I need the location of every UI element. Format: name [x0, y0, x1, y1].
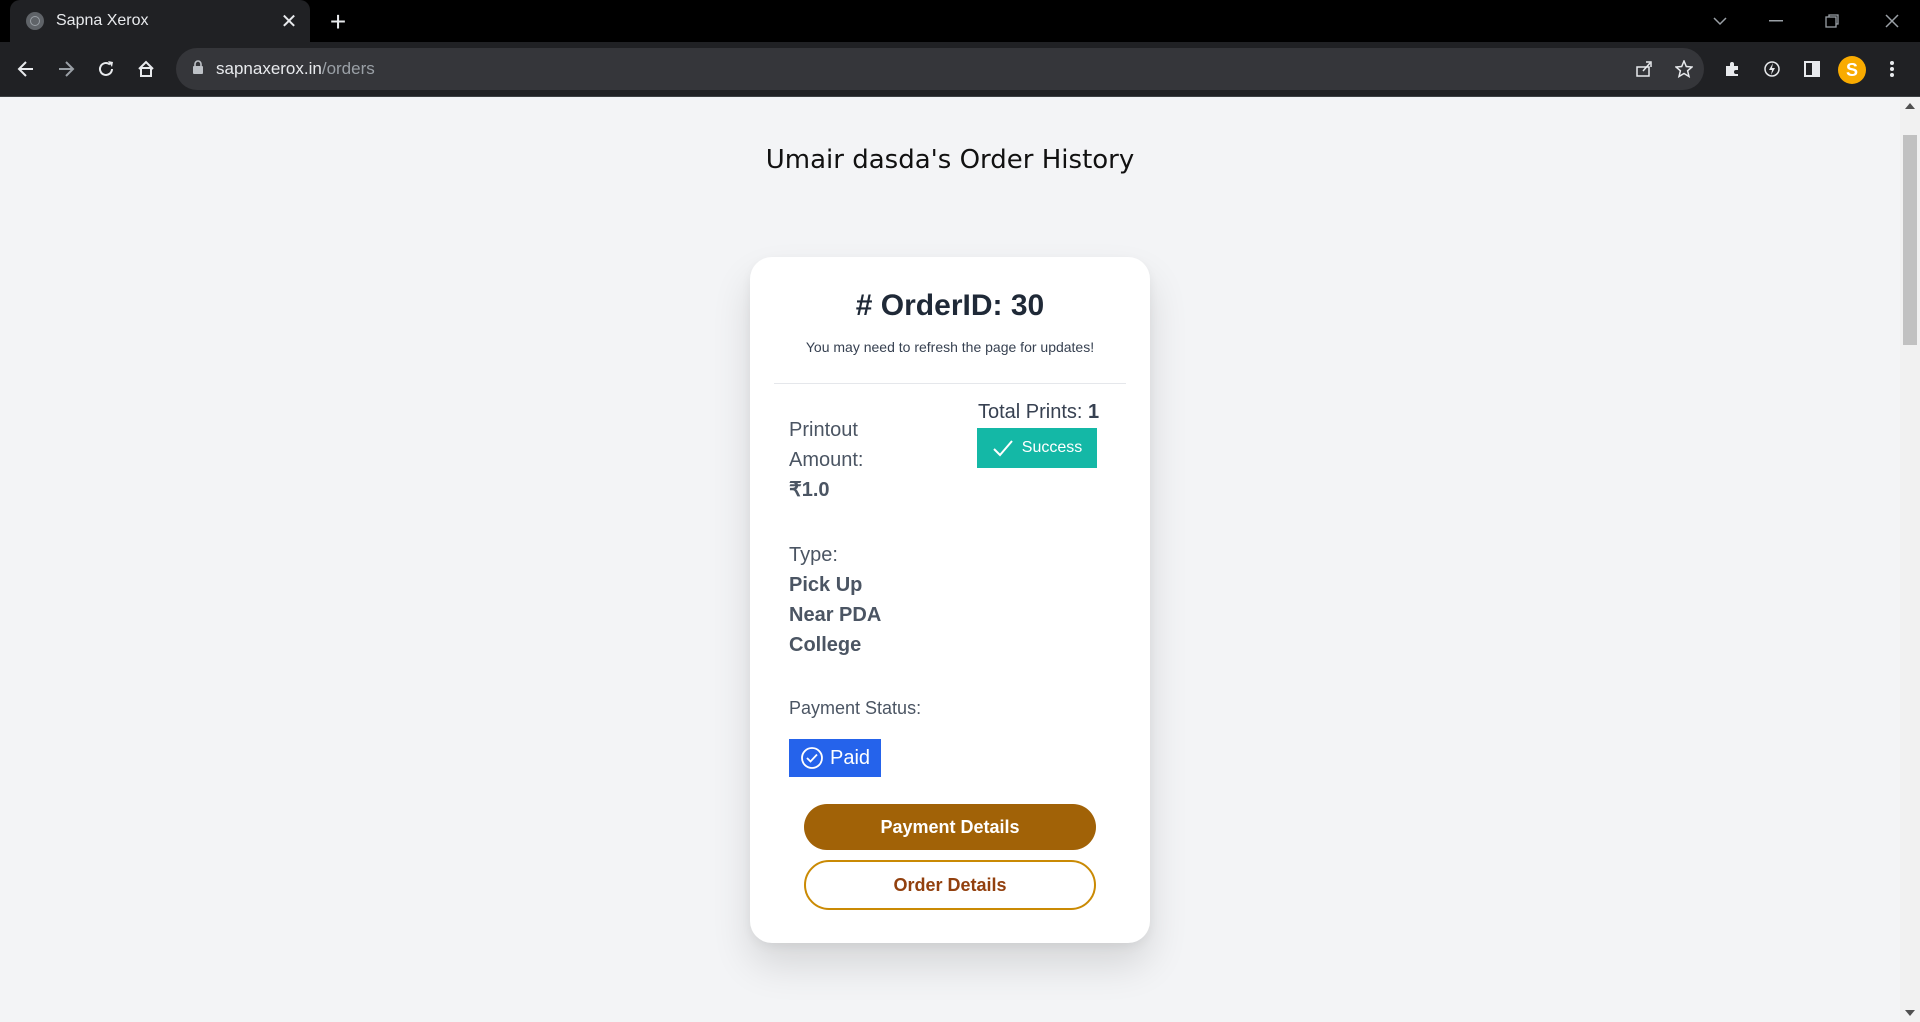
extensions-icon[interactable] — [1714, 51, 1750, 87]
globe-icon — [26, 12, 44, 30]
url-text[interactable]: sapnaxerox.in/orders — [216, 59, 375, 79]
lock-icon[interactable] — [192, 59, 204, 79]
total-prints-value: 1 — [1088, 401, 1100, 423]
payment-status-text: Paid — [829, 746, 871, 769]
close-window-icon[interactable] — [1864, 0, 1920, 42]
side-panel-icon[interactable] — [1794, 51, 1830, 87]
url-path: /orders — [321, 59, 375, 78]
new-tab-button[interactable]: + — [322, 6, 354, 38]
browser-titlebar: Sapna Xerox ✕ + — [0, 0, 1920, 42]
tab-search-icon[interactable] — [1692, 0, 1748, 42]
type-value-line2: Near PDA — [789, 604, 882, 626]
amount-label-line2: Amount: — [789, 449, 864, 471]
home-icon[interactable] — [128, 51, 164, 87]
card-divider — [774, 383, 1126, 384]
restore-icon[interactable] — [1804, 0, 1860, 42]
order-status-badge: Success — [977, 428, 1097, 468]
check-circle-icon — [801, 747, 823, 769]
reload-icon[interactable] — [88, 51, 124, 87]
url-host: sapnaxerox.in — [216, 59, 322, 78]
scrollbar-thumb[interactable] — [1903, 135, 1917, 345]
minimize-icon[interactable] — [1748, 0, 1804, 42]
bookmark-star-icon[interactable] — [1666, 51, 1702, 87]
total-prints-label: Total Prints: — [978, 401, 1083, 423]
profile-avatar[interactable]: S — [1838, 56, 1866, 84]
tab-title: Sapna Xerox — [56, 12, 149, 29]
payment-details-button[interactable]: Payment Details — [804, 804, 1096, 850]
page-scrollbar[interactable] — [1900, 97, 1920, 1022]
payment-status-label: Payment Status: — [789, 698, 922, 718]
page-viewport: Umair dasda's Order History # OrderID: 3… — [0, 97, 1900, 1022]
refresh-note: You may need to refresh the page for upd… — [805, 339, 1095, 355]
browser-tab[interactable]: Sapna Xerox ✕ — [10, 0, 310, 42]
order-card: # OrderID: 30 You may need to refresh th… — [750, 257, 1150, 943]
page-title: Umair dasda's Order History — [765, 145, 1135, 175]
forward-icon[interactable] — [48, 51, 84, 87]
order-status-text: Success — [1021, 439, 1083, 456]
scroll-up-arrow-icon[interactable] — [1905, 103, 1915, 109]
close-tab-icon[interactable]: ✕ — [276, 8, 302, 34]
share-icon[interactable] — [1626, 51, 1662, 87]
type-value-line1: Pick Up — [789, 574, 863, 596]
scroll-down-arrow-icon[interactable] — [1905, 1010, 1915, 1016]
order-details-button[interactable]: Order Details — [804, 860, 1096, 910]
extension-bolt-icon[interactable] — [1754, 51, 1790, 87]
order-id-heading: # OrderID: 30 — [855, 289, 1045, 322]
total-prints: Total Prints: 1 — [978, 401, 1099, 424]
payment-status-badge: Paid — [789, 739, 881, 777]
checkmark-icon — [993, 440, 1013, 457]
amount-label-line1: Printout — [789, 419, 858, 441]
amount-value: ₹1.0 — [789, 479, 830, 501]
browser-menu-icon[interactable] — [1874, 51, 1910, 87]
back-icon[interactable] — [8, 51, 44, 87]
address-bar[interactable]: sapnaxerox.in/orders — [176, 48, 1704, 90]
type-value-line3: College — [789, 634, 862, 656]
browser-toolbar: sapnaxerox.in/orders — [0, 42, 1920, 97]
type-label: Type: — [789, 544, 838, 566]
